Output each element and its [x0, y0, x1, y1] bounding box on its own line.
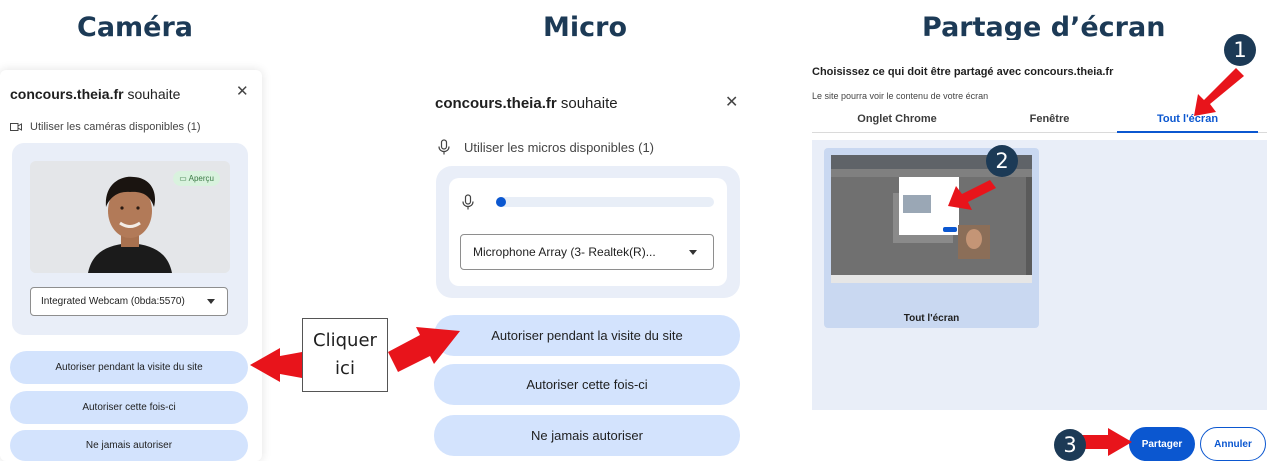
- step-3-badge: 3: [1054, 429, 1086, 461]
- arrow-to-camera-allow: [250, 348, 302, 382]
- annotation-arrows: [250, 68, 1244, 456]
- step-1-badge: 1: [1224, 34, 1256, 66]
- arrow-to-micro-allow: [388, 327, 460, 372]
- step-2-badge: 2: [986, 145, 1018, 177]
- arrow-to-share-button: [1080, 428, 1132, 456]
- arrow-to-entire-screen-tab: [1194, 68, 1244, 116]
- arrow-to-thumbnail: [948, 180, 996, 210]
